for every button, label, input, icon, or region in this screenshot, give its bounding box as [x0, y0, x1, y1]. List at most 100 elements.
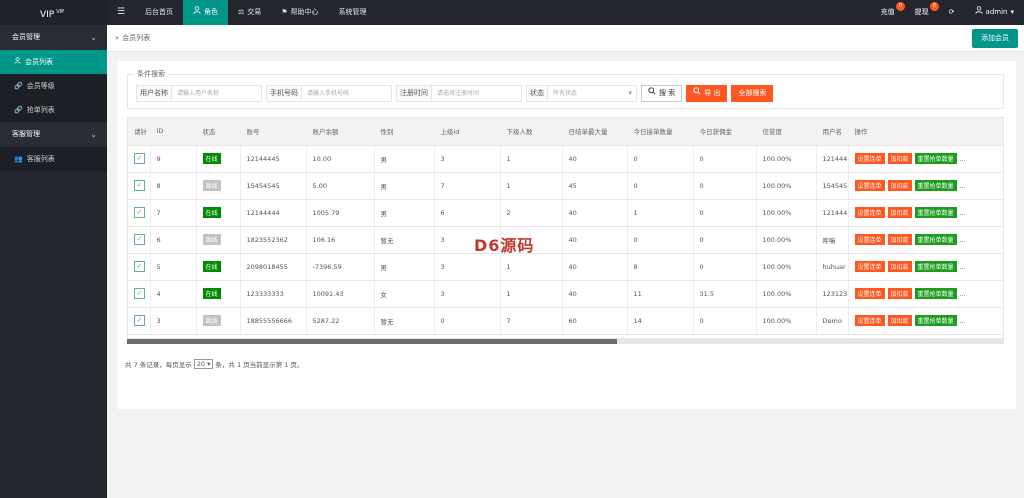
cell-id: 9: [150, 145, 197, 173]
table-row[interactable]: ✓ 7 在线 12144444 1005.79 男 6 2 40 1 0 100.00% 121444 设…: [128, 199, 1003, 227]
set-chain-button[interactable]: 设置连单: [854, 315, 885, 326]
row-checkbox-cell[interactable]: ✓: [128, 280, 151, 308]
check-icon[interactable]: ✓: [134, 261, 145, 272]
cell-status: 离线: [196, 226, 241, 254]
reset-count-button[interactable]: 重置抢单数量: [914, 180, 957, 191]
sidebar-item-order-list[interactable]: 🔗 抢单列表: [0, 98, 107, 122]
phone-field[interactable]: 手机号码 请输入手机号码: [266, 85, 392, 102]
sidebar-item-label: 会员列表: [25, 58, 53, 66]
search-icon: [648, 86, 656, 101]
adjust-balance-button[interactable]: 加扣款: [887, 153, 912, 164]
adjust-balance-button[interactable]: 加扣款: [887, 207, 912, 218]
regtime-field[interactable]: 注册时间 请选择注册时间: [396, 85, 522, 102]
check-icon[interactable]: ✓: [134, 207, 145, 218]
table-row[interactable]: ✓ 5 在线 2098018455 -7396.59 男 3 1 40 8 0 100.00% huhu…: [128, 253, 1003, 281]
withdraw-label: 提现: [914, 8, 929, 16]
nav-role[interactable]: 角色: [183, 0, 228, 25]
app-logo[interactable]: VIP VIP: [0, 0, 107, 25]
row-checkbox-cell[interactable]: ✓: [128, 145, 151, 173]
check-icon[interactable]: ✓: [134, 180, 145, 191]
table-row[interactable]: ✓ 6 离线 1823552362 106.16 暂无 3 40 0 0 100.00% 呼嘛 设置连单…: [128, 226, 1003, 254]
check-icon[interactable]: ✓: [134, 315, 145, 326]
set-chain-button[interactable]: 设置连单: [854, 261, 885, 272]
member-table-wrap[interactable]: 请针 ID 状态 账号 账户余额 性别 上级id 下级人数 日结单最大量 今日接单数量 今日获佣金信…: [127, 117, 1004, 339]
add-member-button[interactable]: 添加会员: [972, 29, 1018, 48]
nav-system[interactable]: 系统管理: [329, 0, 377, 25]
nav-home[interactable]: 后台首页: [135, 0, 183, 25]
sidebar-item-member-list[interactable]: 会员列表: [0, 50, 107, 74]
check-icon[interactable]: ✓: [134, 234, 145, 245]
menu-toggle-icon[interactable]: ☰: [107, 0, 135, 25]
table-row[interactable]: ✓ 3 离线 18855556666 5287.22 暂无 0 7 60 14 0 100.00% De…: [128, 307, 1003, 335]
more-actions[interactable]: ...: [960, 236, 966, 244]
table-row[interactable]: ✓ 8 离线 15454545 5.00 男 7 1 45 0 0 100.00% 154545 设置连单…: [128, 172, 1003, 200]
more-actions[interactable]: ...: [960, 209, 966, 217]
more-actions[interactable]: ...: [960, 182, 966, 190]
adjust-balance-button[interactable]: 加扣款: [887, 288, 912, 299]
reset-button[interactable]: 全部搜索: [731, 85, 774, 102]
reset-count-button[interactable]: 重置抢单数量: [914, 315, 957, 326]
row-checkbox-cell[interactable]: ✓: [128, 307, 151, 335]
adjust-balance-button[interactable]: 加扣款: [887, 315, 912, 326]
table-row[interactable]: ✓ 4 在线 123333333 10091.43 女 3 1 40 11 31.5 100.00% 1…: [128, 280, 1003, 308]
more-actions[interactable]: ...: [960, 317, 966, 325]
set-chain-button[interactable]: 设置连单: [854, 288, 885, 299]
set-chain-button[interactable]: 设置连单: [854, 153, 885, 164]
cell-balance: 5.00: [306, 172, 375, 200]
row-checkbox-cell[interactable]: ✓: [128, 172, 151, 200]
row-checkbox-cell[interactable]: ✓: [128, 199, 151, 227]
check-icon[interactable]: ✓: [134, 288, 145, 299]
table-row[interactable]: ✓ 9 在线 12144445 10.00 男 3 1 40 0 0 100.00% 121444 设置连…: [128, 145, 1003, 173]
set-chain-button[interactable]: 设置连单: [854, 234, 885, 245]
horizontal-scrollbar[interactable]: [127, 339, 1004, 344]
export-button[interactable]: 导 出: [686, 85, 728, 102]
column-header: 下级人数: [500, 118, 563, 146]
row-checkbox-cell[interactable]: ✓: [128, 226, 151, 254]
recharge-link[interactable]: 充值 0: [871, 0, 905, 25]
cell-credit: 100.00%: [756, 226, 817, 254]
sidebar-group-service[interactable]: 客服管理 ⌄: [0, 122, 107, 147]
more-actions[interactable]: ...: [960, 155, 966, 163]
user-icon: [974, 0, 983, 25]
cell-comm: 0: [693, 145, 757, 173]
refresh-icon[interactable]: ⟳: [939, 0, 965, 25]
user-menu[interactable]: admin ▾: [965, 0, 1024, 25]
set-chain-button[interactable]: 设置连单: [854, 180, 885, 191]
sidebar-item-member-level[interactable]: 🔗 会员等级: [0, 74, 107, 98]
sidebar-group-members[interactable]: 会员管理 ⌄: [0, 25, 107, 50]
status-select[interactable]: 状态 所有状态 ▾: [526, 85, 637, 102]
reset-count-button[interactable]: 重置抢单数量: [914, 153, 957, 164]
row-checkbox-cell[interactable]: ✓: [128, 253, 151, 281]
search-button[interactable]: 搜 索: [641, 85, 683, 102]
cell-max: 40: [562, 226, 628, 254]
nav-trade-label: 交易: [247, 8, 262, 16]
username-field[interactable]: 用户名称 请输入用户名称: [136, 85, 262, 102]
set-chain-button[interactable]: 设置连单: [854, 207, 885, 218]
scrollbar-thumb[interactable]: [127, 339, 617, 344]
more-actions[interactable]: ...: [960, 290, 966, 298]
page-size-select[interactable]: 20 ▾: [193, 359, 214, 369]
adjust-balance-button[interactable]: 加扣款: [887, 261, 912, 272]
regtime-input[interactable]: 请选择注册时间: [432, 86, 484, 101]
status-label: 状态: [527, 86, 548, 101]
adjust-balance-button[interactable]: 加扣款: [887, 234, 912, 245]
reset-count-button[interactable]: 重置抢单数量: [914, 207, 957, 218]
more-actions[interactable]: ...: [960, 263, 966, 271]
breadcrumb-current[interactable]: 会员列表: [122, 25, 150, 52]
sidebar-group-label: 会员管理: [12, 33, 40, 41]
check-icon[interactable]: ✓: [134, 153, 145, 164]
adjust-balance-button[interactable]: 加扣款: [887, 180, 912, 191]
cell-max: 40: [562, 280, 628, 308]
nav-help[interactable]: ⚑ 帮助中心: [271, 0, 328, 25]
reset-count-button[interactable]: 重置抢单数量: [914, 288, 957, 299]
nav-trade[interactable]: ⚖ 交易: [228, 0, 271, 25]
status-value[interactable]: 所有状态: [548, 86, 582, 101]
reset-count-button[interactable]: 重置抢单数量: [914, 261, 957, 272]
username-input[interactable]: 请输入用户名称: [172, 86, 224, 101]
status-badge: 在线: [202, 153, 221, 164]
column-header: 性别: [374, 118, 435, 146]
phone-input[interactable]: 请输入手机号码: [302, 86, 354, 101]
reset-count-button[interactable]: 重置抢单数量: [914, 234, 957, 245]
withdraw-link[interactable]: 提现 0: [905, 0, 939, 25]
sidebar-item-service-list[interactable]: 👥 客服列表: [0, 147, 107, 171]
